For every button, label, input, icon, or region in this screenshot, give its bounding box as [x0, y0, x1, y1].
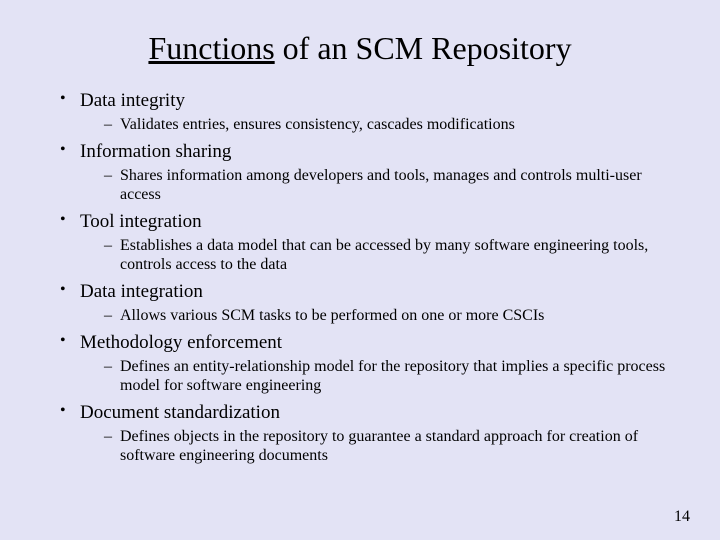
sub-list: Allows various SCM tasks to be performed…	[80, 306, 680, 325]
sub-list: Establishes a data model that can be acc…	[80, 236, 680, 274]
list-item: Data integration Allows various SCM task…	[60, 280, 680, 325]
sub-list: Defines objects in the repository to gua…	[80, 427, 680, 465]
slide-title: Functions of an SCM Repository	[40, 30, 680, 67]
item-heading: Methodology enforcement	[80, 332, 282, 353]
list-item: Document standardization Defines objects…	[60, 401, 680, 465]
sub-item: Defines objects in the repository to gua…	[104, 427, 670, 465]
title-rest: of an SCM Repository	[275, 30, 572, 66]
list-item: Methodology enforcement Defines an entit…	[60, 331, 680, 395]
sub-item: Establishes a data model that can be acc…	[104, 236, 670, 274]
list-item: Data integrity Validates entries, ensure…	[60, 89, 680, 134]
sub-item: Allows various SCM tasks to be performed…	[104, 306, 670, 325]
list-item: Information sharing Shares information a…	[60, 140, 680, 204]
item-heading: Tool integration	[80, 211, 202, 232]
sub-list: Validates entries, ensures consistency, …	[80, 115, 680, 134]
sub-item: Validates entries, ensures consistency, …	[104, 115, 670, 134]
sub-item: Defines an entity-relationship model for…	[104, 357, 670, 395]
item-heading: Information sharing	[80, 141, 231, 162]
bullet-list: Data integrity Validates entries, ensure…	[40, 89, 680, 465]
item-heading: Document standardization	[80, 402, 280, 423]
title-underlined: Functions	[148, 30, 274, 66]
item-heading: Data integration	[80, 281, 203, 302]
sub-item: Shares information among developers and …	[104, 166, 670, 204]
slide: Functions of an SCM Repository Data inte…	[0, 0, 720, 540]
sub-list: Defines an entity-relationship model for…	[80, 357, 680, 395]
sub-list: Shares information among developers and …	[80, 166, 680, 204]
page-number: 14	[674, 508, 690, 526]
list-item: Tool integration Establishes a data mode…	[60, 210, 680, 274]
item-heading: Data integrity	[80, 90, 185, 111]
